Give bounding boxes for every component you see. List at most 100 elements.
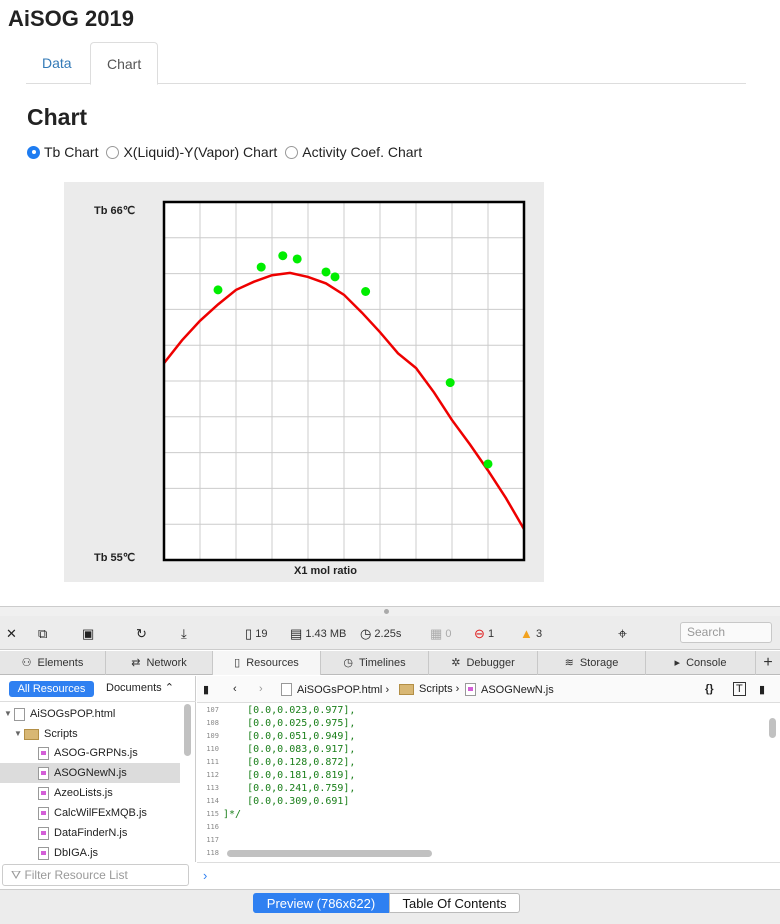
tree-item-script-selected[interactable]: ASOGNewN.js bbox=[0, 763, 180, 783]
log-count[interactable]: ▦ 0 bbox=[430, 626, 451, 642]
js-file-icon bbox=[38, 806, 49, 820]
tree-item-scripts-folder[interactable]: ▼ Scripts bbox=[0, 724, 180, 744]
preview-bar: Preview (786x622) Table Of Contents bbox=[0, 889, 780, 924]
filter-resource-input[interactable]: ⛛ Filter Resource List bbox=[2, 864, 189, 886]
log-icon: ▦ bbox=[430, 626, 443, 641]
code-horizontal-scrollbar[interactable] bbox=[227, 850, 432, 857]
pretty-print-icon[interactable]: {} bbox=[705, 683, 714, 695]
reload-icon[interactable]: ↻ bbox=[136, 626, 147, 642]
folder-icon bbox=[399, 683, 414, 695]
sidebar-scrollbar[interactable] bbox=[184, 704, 191, 756]
x-axis-label: X1 mol ratio bbox=[294, 565, 357, 577]
tab-label: Network bbox=[146, 657, 187, 669]
tab-debugger[interactable]: ✲ Debugger bbox=[429, 651, 538, 675]
breadcrumb-label: Scripts bbox=[419, 683, 453, 695]
tree-item-script[interactable]: ASOG-GRPNs.js bbox=[0, 743, 180, 763]
close-icon[interactable]: ✕ bbox=[6, 626, 17, 642]
y-bottom-label: Tb 55℃ bbox=[94, 552, 136, 564]
sidebar-toggle-icon[interactable]: ▮ bbox=[203, 683, 209, 696]
load-time[interactable]: ◷ 2.25s bbox=[360, 626, 401, 642]
preview-button[interactable]: Preview (786x622) bbox=[253, 893, 389, 913]
resource-size[interactable]: ▤ 1.43 MB bbox=[290, 626, 346, 642]
data-point bbox=[292, 254, 302, 264]
devtools-toolbar: ✕ ⧉ ▣ ↻ ⤓ ▯ 19 ▤ 1.43 MB ◷ 2.25s ▦ 0 ⊖ 1… bbox=[0, 616, 780, 650]
devtools-search-input[interactable]: Search bbox=[680, 622, 772, 643]
data-point bbox=[213, 285, 223, 295]
radio-activity-chart[interactable]: Activity Coef. Chart bbox=[285, 144, 422, 160]
radio-unchecked-icon[interactable] bbox=[106, 145, 120, 159]
radio-label: X(Liquid)-Y(Vapor) Chart bbox=[123, 144, 278, 160]
tab-label: Resources bbox=[246, 657, 299, 669]
radio-label: Tb Chart bbox=[44, 144, 99, 160]
back-icon[interactable]: ‹ bbox=[233, 683, 237, 695]
details-toggle-icon[interactable]: ▮ bbox=[759, 683, 765, 696]
data-point bbox=[361, 287, 371, 296]
code-line: 110 [0.0,0.083,0.917], bbox=[206, 744, 356, 755]
app-root: AiSOG 2019 Data Chart Chart Tb Chart X(L… bbox=[0, 0, 780, 924]
console-icon: ▸ bbox=[674, 657, 681, 669]
warning-count[interactable]: ▲ 3 bbox=[520, 626, 542, 641]
code-line: 111 [0.0,0.128,0.872], bbox=[206, 757, 356, 768]
network-icon: ⇄ bbox=[131, 657, 141, 669]
forward-icon[interactable]: › bbox=[259, 683, 263, 695]
disclosure-open-icon[interactable]: ▼ bbox=[12, 724, 24, 744]
disclosure-open-icon[interactable]: ▼ bbox=[2, 704, 14, 724]
resource-size-value: 1.43 MB bbox=[305, 628, 347, 640]
undock-icon[interactable]: ⧉ bbox=[38, 626, 47, 642]
tb-chart bbox=[162, 200, 526, 562]
crosshair-icon[interactable]: ⌖ bbox=[618, 626, 627, 644]
chart-panel: Tb 66℃ Tb 55℃ X1 mol ratio bbox=[64, 182, 544, 582]
code-vertical-scrollbar[interactable] bbox=[769, 718, 776, 738]
code-line: 117 bbox=[206, 836, 219, 844]
document-icon: ▯ bbox=[245, 626, 253, 641]
tab-bar: Data Chart bbox=[26, 42, 746, 85]
load-time-value: 2.25s bbox=[374, 628, 402, 640]
tab-timelines[interactable]: ◷ Timelines bbox=[321, 651, 429, 675]
radio-checked-icon[interactable] bbox=[27, 145, 40, 159]
tree-item-label: ASOGNewN.js bbox=[54, 767, 127, 779]
tree-item-label: DataFinderN.js bbox=[54, 827, 128, 839]
tree-item-script[interactable]: DbIGA.js bbox=[0, 843, 180, 863]
js-file-icon bbox=[38, 786, 49, 800]
tab-storage[interactable]: ≋ Storage bbox=[538, 651, 646, 675]
all-resources-button[interactable]: All Resources bbox=[9, 681, 94, 697]
download-icon[interactable]: ⤓ bbox=[181, 626, 187, 642]
tab-elements[interactable]: ⚇ Elements bbox=[0, 651, 106, 675]
y-top-label: Tb 66℃ bbox=[94, 205, 136, 217]
js-file-icon bbox=[38, 826, 49, 840]
tab-data[interactable]: Data bbox=[26, 42, 88, 84]
tab-chart[interactable]: Chart bbox=[90, 42, 158, 85]
panel-resize-handle[interactable] bbox=[0, 606, 780, 616]
console-prompt[interactable]: › bbox=[197, 862, 780, 888]
database-icon: ≋ bbox=[564, 657, 574, 669]
tree-item-script[interactable]: CalcWilFExMQB.js bbox=[0, 803, 180, 823]
tree-item-label: AzeoLists.js bbox=[54, 787, 113, 799]
elements-icon: ⚇ bbox=[21, 657, 32, 669]
radio-unchecked-icon[interactable] bbox=[285, 145, 299, 159]
dock-icon[interactable]: ▣ bbox=[82, 626, 94, 642]
tab-console[interactable]: ▸ Console bbox=[646, 651, 756, 675]
tree-item-script[interactable]: DataFinderN.js bbox=[0, 823, 180, 843]
breadcrumb-html[interactable]: AiSOGsPOP.html › bbox=[281, 683, 389, 696]
table-of-contents-button[interactable]: Table Of Contents bbox=[389, 893, 520, 913]
tree-item-html[interactable]: ▼ AiSOGsPOP.html bbox=[0, 704, 180, 724]
text-format-icon[interactable]: T bbox=[733, 682, 746, 696]
tab-resources[interactable]: ▯ Resources bbox=[213, 651, 321, 675]
error-count[interactable]: ⊖ 1 bbox=[474, 626, 494, 642]
path-bar: ▮ ‹ › AiSOGsPOP.html › Scripts › ASOGNew… bbox=[197, 676, 780, 703]
weight-icon: ▤ bbox=[290, 626, 303, 641]
add-tab-icon[interactable]: + bbox=[756, 651, 780, 675]
breadcrumb-script[interactable]: ASOGNewN.js bbox=[465, 683, 554, 696]
radio-xy-chart[interactable]: X(Liquid)-Y(Vapor) Chart bbox=[106, 144, 277, 160]
tab-label: Timelines bbox=[358, 657, 406, 669]
code-editor[interactable]: 107 [0.0,0.023,0.977], 108 [0.0,0.025,0.… bbox=[197, 704, 767, 860]
resource-count-value: 19 bbox=[255, 628, 268, 640]
data-point bbox=[330, 272, 340, 282]
resource-count[interactable]: ▯ 19 bbox=[245, 626, 267, 642]
tree-item-script[interactable]: AzeoLists.js bbox=[0, 783, 180, 803]
bug-icon: ✲ bbox=[451, 657, 461, 669]
tab-network[interactable]: ⇄ Network bbox=[106, 651, 213, 675]
documents-dropdown[interactable]: Documents ⌃ bbox=[106, 681, 174, 694]
radio-tb-chart[interactable]: Tb Chart bbox=[27, 144, 98, 160]
breadcrumb-folder[interactable]: Scripts › bbox=[399, 683, 459, 695]
